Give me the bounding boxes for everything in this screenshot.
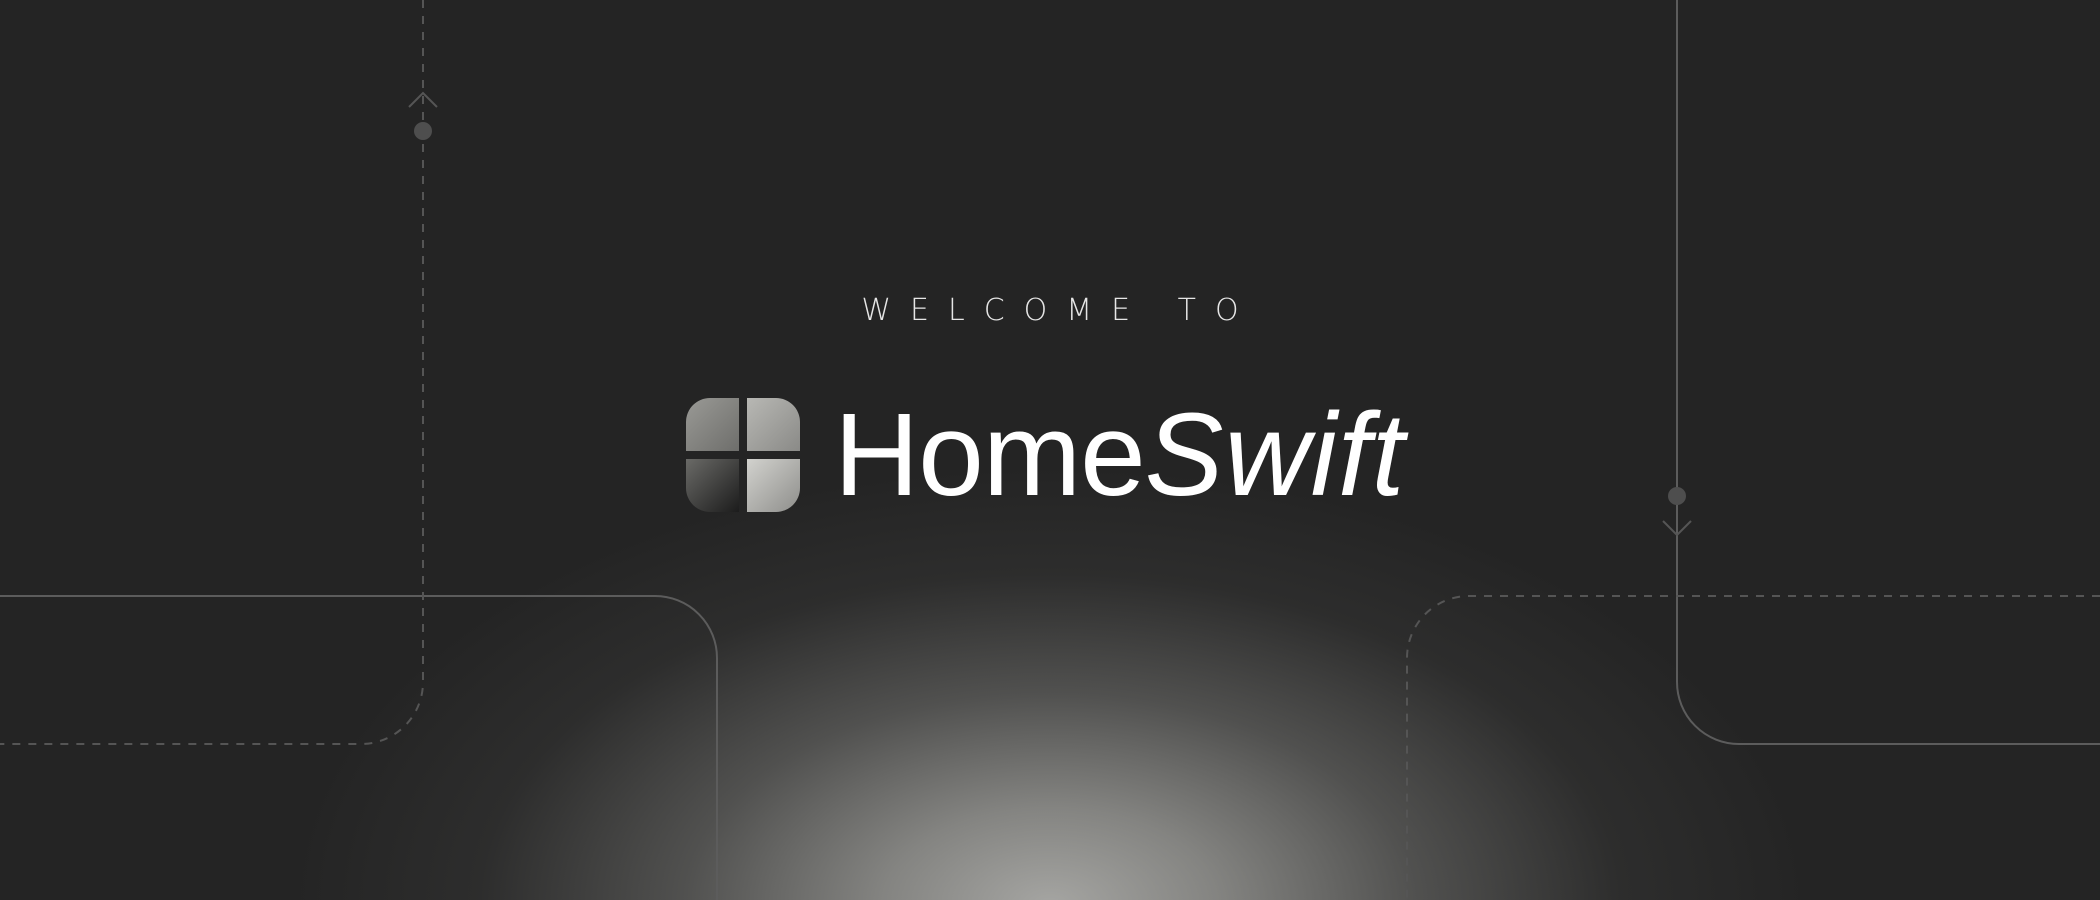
welcome-banner: WELCOME TO HomeSwift	[0, 0, 2100, 900]
dashed-line-left	[0, 0, 424, 745]
brand-secondary: Swift	[1144, 389, 1406, 521]
brand-primary: Home	[834, 389, 1146, 521]
frame-line-left	[0, 595, 718, 900]
dashed-line-right	[1406, 595, 2100, 900]
brand-lockup: HomeSwift	[686, 390, 1405, 520]
brand-wordmark: HomeSwift	[834, 390, 1405, 520]
window-grid-icon	[686, 398, 800, 512]
welcome-eyebrow: WELCOME TO	[861, 293, 1258, 328]
frame-line-right	[1676, 0, 2100, 745]
